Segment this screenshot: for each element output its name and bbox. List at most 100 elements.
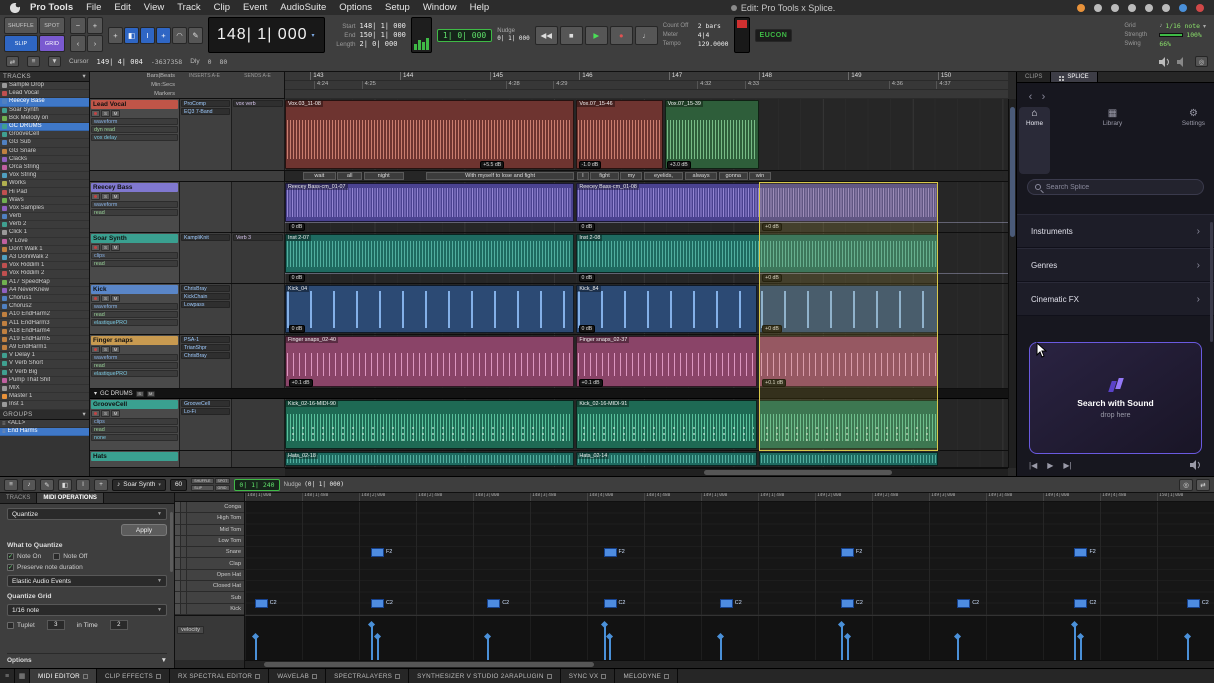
midi-note[interactable]: F2 — [371, 548, 384, 557]
track-list-item[interactable]: Wavs — [0, 197, 89, 205]
velocity-stem[interactable] — [1187, 636, 1189, 660]
track-list-item[interactable]: GG Sub — [0, 139, 89, 147]
track-list-item[interactable]: A18 EndHarm4 — [0, 328, 89, 336]
track-list-item[interactable]: Reecey Base — [0, 98, 89, 106]
track-header[interactable]: Hats — [90, 451, 180, 467]
menu-item[interactable]: AudioSuite — [280, 2, 326, 13]
midi-note[interactable]: C2 — [604, 599, 617, 608]
bars-ruler[interactable]: 143144145146147148149150 — [285, 72, 1008, 81]
record-enable-button[interactable] — [91, 410, 100, 417]
velocity-stem[interactable] — [1080, 636, 1082, 660]
track-list-item[interactable]: Bck Melody on — [0, 115, 89, 123]
link-track-icon[interactable]: ≡ — [27, 56, 40, 67]
midi-edit-mode-button[interactable]: GRID — [215, 485, 231, 491]
midi-clip[interactable] — [759, 400, 938, 449]
speaker-icon[interactable] — [1159, 57, 1171, 67]
velocity-stem[interactable] — [847, 636, 849, 660]
group-mute-button[interactable]: M — [147, 391, 155, 397]
track-view-selector[interactable]: waveform — [91, 201, 178, 208]
track-list-item[interactable]: GrooveCell — [0, 131, 89, 139]
nav-library[interactable]: ▦ Library — [1096, 107, 1130, 174]
menu-item[interactable]: Clip — [214, 2, 230, 13]
velocity-label[interactable]: velocity — [177, 626, 204, 634]
track-list-item[interactable]: Chorus2 — [0, 303, 89, 311]
track-list-item[interactable]: V Delay 1 — [0, 352, 89, 360]
status-icon[interactable] — [1179, 4, 1187, 12]
track-list-item[interactable]: V Love — [0, 238, 89, 246]
elastic-audio-selector[interactable]: elastiquePRO — [91, 319, 178, 326]
track-name[interactable]: Kick — [91, 285, 178, 294]
drum-lane-label[interactable]: Snare — [175, 547, 244, 558]
lyric-marker[interactable]: fight — [590, 172, 619, 180]
velocity-stem[interactable] — [609, 636, 611, 660]
lyric-marker[interactable]: I — [577, 172, 589, 180]
end-value[interactable]: 150| 1| 000 — [360, 31, 406, 39]
notation-icon[interactable]: ♪ — [22, 479, 36, 491]
note-area[interactable]: C2 F2 C2 C2 — [245, 502, 1214, 615]
tab-clips[interactable]: CLIPS — [1017, 72, 1051, 82]
record-enable-button[interactable] — [91, 295, 100, 302]
send-slot[interactable]: Verb 3 — [233, 234, 283, 241]
track-list-item[interactable]: Master 1 — [0, 393, 89, 401]
bottom-tab[interactable]: RX SPECTRAL EDITOR — [170, 669, 269, 683]
pencil-tool[interactable]: ✎ — [40, 479, 54, 491]
menu-item[interactable]: Window — [423, 2, 457, 13]
track-list-item[interactable]: Lead Vocal — [0, 90, 89, 98]
previous-icon[interactable]: |◀ — [1029, 461, 1037, 470]
mute-button[interactable]: M — [111, 410, 120, 417]
strength-value[interactable]: 100% — [1186, 31, 1201, 39]
midi-note[interactable]: F2 — [604, 548, 617, 557]
track-list-item[interactable]: A4 NeverKnew — [0, 287, 89, 295]
tracks-panel-header[interactable]: TRACKS ▾ — [0, 72, 89, 82]
velocity-stem[interactable] — [841, 624, 843, 660]
strength-slider[interactable] — [1159, 33, 1183, 37]
audio-clip[interactable]: Inst 2-07 — [285, 234, 574, 273]
note-off-checkbox[interactable]: Note Off — [53, 553, 87, 560]
midi-horizontal-scrollbar[interactable] — [245, 660, 1214, 668]
mute-button[interactable]: M — [111, 110, 120, 117]
lyric-marker[interactable]: my — [620, 172, 642, 180]
note-on-checkbox[interactable]: ✓Note On — [7, 553, 41, 560]
panel-scrollbar[interactable] — [170, 512, 173, 572]
track-list-item[interactable]: Orca String — [0, 164, 89, 172]
tuplet-denominator-field[interactable]: 2 — [110, 620, 128, 630]
track-list-item[interactable]: Vox Samples — [0, 205, 89, 213]
track-header[interactable]: Soar Synth S M clips read — [90, 233, 180, 283]
meter-value[interactable]: 4|4 — [698, 31, 710, 39]
grabber-tool[interactable]: + — [94, 479, 108, 491]
insert-slot[interactable]: KampliKnit — [181, 234, 230, 241]
search-with-sound-dropzone[interactable]: Search with Sound drop here — [1029, 342, 1202, 454]
drum-lane-label[interactable]: Sub — [175, 592, 244, 603]
solo-button[interactable]: S — [101, 244, 110, 251]
insert-slot[interactable]: EQ3 7-Band — [181, 108, 230, 115]
pencil-tool[interactable]: ✎ — [188, 27, 203, 44]
operation-select[interactable]: Quantize ▼ — [7, 508, 167, 520]
midi-edit-mode-button[interactable]: SLIP — [191, 485, 213, 491]
drum-lane-label[interactable]: High Tom — [175, 513, 244, 524]
track-list-item[interactable]: MIX — [0, 385, 89, 393]
markers-ruler-label[interactable]: Markers — [93, 91, 175, 97]
track-header[interactable]: Kick S M waveform read elastiquePRO — [90, 284, 180, 334]
apple-menu-icon[interactable] — [10, 3, 20, 13]
category-row[interactable]: Instruments › — [1017, 214, 1214, 248]
track-lane[interactable]: Hats_02-18 Hats_02-14 — [285, 451, 1008, 467]
audio-clip[interactable]: Vox.07_15-46 — [576, 100, 663, 169]
track-list-item[interactable]: Don't Walk 1 — [0, 246, 89, 254]
group-header-gc-drums[interactable]: ▾ GC DRUMS S M — [90, 389, 1008, 399]
scrubber-tool[interactable]: ◠ — [172, 27, 187, 44]
menu-item[interactable]: Help — [470, 2, 490, 13]
audio-clip[interactable]: Finger snaps_02-37 — [576, 336, 757, 387]
track-list-item[interactable]: Vox Riddim 2 — [0, 270, 89, 278]
group-list-item[interactable]: ≡ End Harms — [0, 428, 89, 436]
tuplet-checkbox[interactable]: Tuplet — [7, 622, 35, 629]
search-input[interactable] — [1046, 184, 1196, 191]
insert-slot[interactable]: KickChain — [181, 293, 230, 300]
track-list-item[interactable]: Pump That Shit — [0, 377, 89, 385]
track-list-item[interactable]: V Verb Big — [0, 369, 89, 377]
mute-button[interactable]: M — [111, 193, 120, 200]
audio-clip[interactable]: Vox.07_15-39 — [665, 100, 759, 169]
menu-item[interactable]: View — [144, 2, 164, 13]
trim-tool[interactable]: ◧ — [124, 27, 139, 44]
track-view-selector[interactable]: clips — [91, 252, 178, 259]
lyric-marker[interactable]: gonna — [719, 172, 748, 180]
